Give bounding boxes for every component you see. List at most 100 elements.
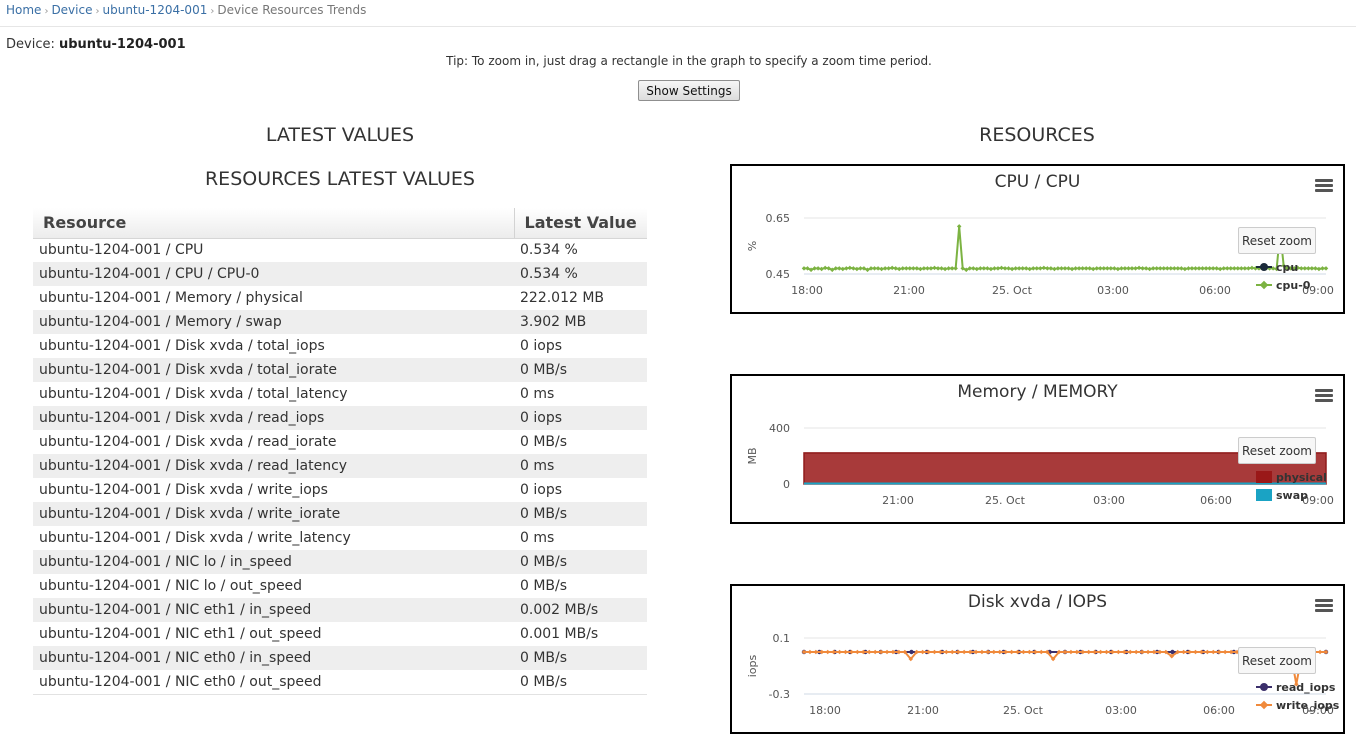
data-point [1062,649,1068,655]
disk-iops-chart[interactable]: 0.1 -0.3 iops 18:00 21:00 25. Oct 03:00 06:00 09… [730,584,1345,734]
resources-latest-values-title: RESOURCES LATEST VALUES [204,168,475,190]
data-point [825,649,830,655]
data-point [807,649,813,655]
latest-value-cell: 0 iops [514,406,647,430]
data-point [1048,266,1054,271]
data-point [1112,266,1117,271]
data-point [1151,649,1157,655]
legend-label: write_iops [1276,699,1340,712]
y-tick-label: 0.1 [773,632,791,645]
data-point [1246,266,1251,271]
resource-column-header[interactable]: Resource [33,208,514,239]
breadcrumb-separator: › [210,6,215,17]
latest-value-cell: 3.902 MB [514,310,647,334]
data-point [1086,649,1091,655]
y-tick-label: 0.65 [766,212,791,225]
chart-menu-button[interactable] [1315,599,1333,613]
resource-cell: ubuntu-1204-001 / Memory / physical [39,290,303,306]
reset-zoom-button[interactable]: Reset zoom [1238,437,1316,464]
x-tick-label: 21:00 [907,704,939,717]
data-point [1143,266,1149,271]
data-point [890,649,896,655]
data-point [872,649,878,655]
data-point [1027,649,1032,655]
data-point [801,649,807,655]
data-point [1116,649,1121,655]
data-point [1090,266,1096,272]
chart-menu-button[interactable] [1315,179,1333,193]
x-tick-label: 21:00 [893,284,925,297]
hamburger-menu-icon-bar [1315,394,1333,397]
table-row: ubuntu-1204-001 / CPU 0.534 % [33,238,647,262]
data-point [997,649,1003,655]
y-tick-label: -0.3 [769,688,790,701]
x-tick-label: 25. Oct [985,494,1026,507]
data-point [1181,649,1186,655]
latest-value-cell: 0 MB/s [514,670,647,695]
data-point [837,266,842,271]
legend-marker-icon [1256,263,1272,271]
y-axis-label: iops [746,654,759,677]
table-row: ubuntu-1204-001 / Disk xvda / total_iora… [33,358,647,382]
latest-value-column-header[interactable]: Latest Value [513,208,647,239]
data-point [1214,266,1219,271]
chart-menu-button[interactable] [1315,389,1333,403]
data-point [914,266,920,271]
resource-cell: ubuntu-1204-001 / NIC eth1 / in_speed [33,598,514,622]
data-point [1052,266,1057,272]
x-tick-label: 25. Oct [1003,704,1044,717]
data-point [909,649,914,655]
data-point [971,266,976,271]
table-row: ubuntu-1204-001 / Memory / physical 222.0… [33,286,647,310]
reset-zoom-button[interactable]: Reset zoom [1238,227,1316,254]
x-tick-label: 03:00 [1093,494,1125,507]
resource-cell: ubuntu-1204-001 / NIC lo / out_speed [39,578,303,594]
breadcrumb-device-link[interactable]: Device [51,3,92,17]
latest-values-title: LATEST VALUES [265,124,415,146]
breadcrumb-home-link[interactable]: Home [6,3,41,17]
x-tick-label: 21:00 [882,494,914,507]
data-point [1205,649,1210,655]
data-point [1211,649,1216,655]
resource-cell: ubuntu-1204-001 / Memory / swap [33,310,514,334]
data-point [847,265,853,271]
data-point [950,649,955,655]
breadcrumb-separator: › [44,6,49,17]
table-row: ubuntu-1204-001 / Disk xvda / read_iops 0… [33,406,647,430]
data-point [995,266,1001,271]
legend-label: cpu [1276,261,1299,274]
data-point [991,649,997,655]
table-row: ubuntu-1204-001 / Disk xvda / total_late… [33,382,647,406]
cpu-chart[interactable]: 0.65 0.45% 18:00 21:00 25. Oct 03:00 06:00 09:0… [730,164,1345,314]
latest-value-cell: 0 ms [520,530,555,546]
data-point [879,266,884,272]
data-point [1115,266,1121,272]
breadcrumb-device-name-link[interactable]: ubuntu-1204-001 [102,3,207,17]
data-point [1179,266,1184,271]
table-row: ubuntu-1204-001 / NIC eth0 / out_speed 0 … [33,670,647,695]
x-tick-label: 03:00 [1097,284,1129,297]
data-point [855,649,860,655]
data-point [988,266,994,272]
data-point [1127,649,1133,655]
data-point [961,649,967,655]
legend-marker-icon [1256,471,1272,483]
x-tick-label: 25. Oct [992,284,1033,297]
table-row: ubuntu-1204-001 / CPU / CPU-0 0.534 % [33,262,647,286]
data-point [939,266,944,271]
data-point [1039,649,1044,655]
hamburger-menu-icon [1315,599,1333,602]
data-point [851,266,856,271]
breadcrumb-separator: › [95,6,100,17]
memory-chart[interactable]: 400 0 MB 21:00 25. Oct 03:00 06:00 09:00 Memory… [730,374,1345,524]
data-point [944,649,949,655]
data-point [956,224,962,229]
show-settings-button[interactable]: Show Settings [638,80,740,101]
x-tick-label: 03:00 [1105,704,1137,717]
table-row: ubuntu-1204-001 / Disk xvda / write_iops… [33,478,647,502]
reset-zoom-button[interactable]: Reset zoom [1238,647,1316,674]
data-point [1323,266,1329,271]
data-point [813,649,819,655]
data-point [815,266,821,271]
latest-value-cell: 0 iops [520,338,562,354]
